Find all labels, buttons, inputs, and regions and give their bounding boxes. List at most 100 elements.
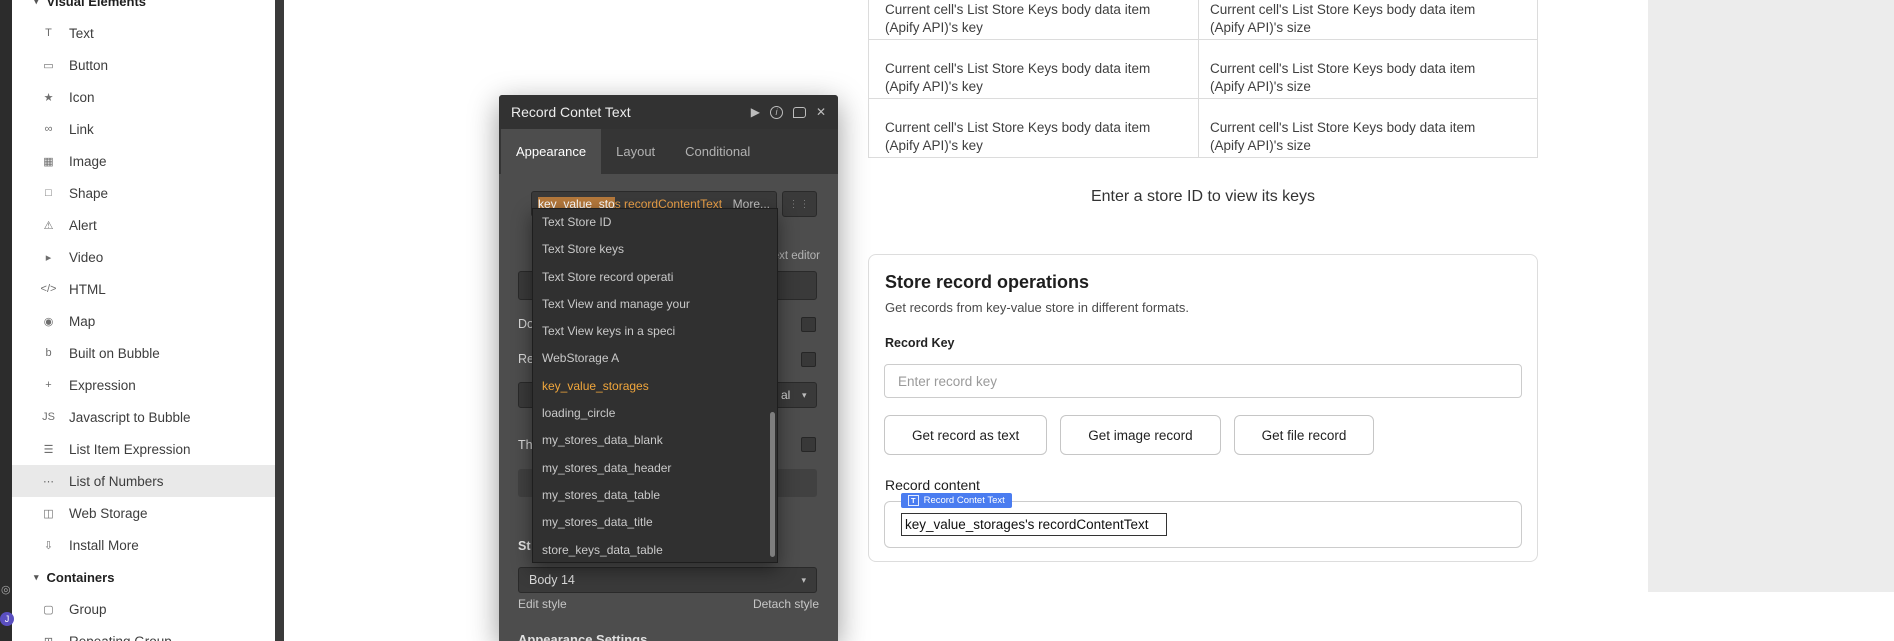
sidebar-item[interactable]: □ Shape — [12, 177, 275, 209]
th-option-checkbox[interactable] — [801, 437, 816, 452]
sidebar-item[interactable]: JS Javascript to Bubble — [12, 401, 275, 433]
section-label: Containers — [47, 570, 115, 585]
sidebar-scrollbar[interactable] — [275, 0, 284, 641]
info-icon[interactable]: i — [770, 106, 783, 119]
sidebar-item[interactable]: ⋯ List of Numbers — [12, 465, 275, 497]
sidebar-item[interactable]: ⚠ Alert — [12, 209, 275, 241]
sidebar-item[interactable]: ∞ Link — [12, 113, 275, 145]
key-cell-line2: (Apify API)'s key — [885, 19, 1198, 37]
edit-style-link[interactable]: Edit style — [518, 597, 567, 611]
chevron-down-icon: ▾ — [34, 572, 39, 583]
autocomplete-item[interactable]: key_value_storages — [533, 373, 777, 400]
canvas-gutter — [1648, 0, 1894, 592]
autocomplete-item[interactable]: Text View keys in a speci — [533, 318, 777, 345]
record-operation-button[interactable]: Get record as text — [884, 415, 1047, 455]
section-containers[interactable]: ▾ Containers — [12, 561, 275, 593]
sidebar-item-label: Text — [69, 26, 94, 41]
left-rail: ◎ J — [0, 0, 12, 641]
sidebar-item-label: List Item Expression — [69, 442, 191, 457]
record-key-input[interactable] — [884, 364, 1522, 398]
autocomplete-items: Text Store ID Text Store keys Text Store… — [533, 209, 777, 563]
key-cell[interactable]: Current cell's List Store Keys body data… — [869, 99, 1199, 157]
table-row[interactable]: Current cell's List Store Keys body data… — [869, 99, 1537, 158]
dropdown-scrollbar[interactable] — [770, 412, 775, 557]
close-icon[interactable]: ✕ — [816, 105, 826, 119]
shape-icon: □ — [40, 187, 57, 199]
repeating-group-table[interactable]: Current cell's List Store Keys body data… — [868, 0, 1538, 158]
size-cell[interactable]: Current cell's List Store Keys body data… — [1199, 0, 1537, 39]
key-cell-line2: (Apify API)'s key — [885, 78, 1198, 96]
autocomplete-item[interactable]: Text Store record operati — [533, 264, 777, 291]
text-icon: T — [40, 27, 57, 39]
sidebar-item[interactable]: ▭ Button — [12, 49, 275, 81]
sidebar-item[interactable]: + Expression — [12, 369, 275, 401]
sidebar-item-label: HTML — [69, 282, 106, 297]
key-cell[interactable]: Current cell's List Store Keys body data… — [869, 0, 1199, 39]
sidebar-item[interactable]: ◉ Map — [12, 305, 275, 337]
elements-list: ▾ Visual Elements T Text ▭ Button ★ Icon — [12, 0, 275, 641]
sidebar-item-label: Video — [69, 250, 103, 265]
store-record-operations-card[interactable]: Store record operations Get records from… — [868, 254, 1538, 562]
size-cell-line1: Current cell's List Store Keys body data… — [1210, 119, 1537, 137]
record-operation-button[interactable]: Get file record — [1234, 415, 1375, 455]
autocomplete-item[interactable]: my_stores_data_header — [533, 455, 777, 482]
autocomplete-item[interactable]: WebStorage A — [533, 345, 777, 372]
autocomplete-item[interactable]: my_stores_data_table — [533, 482, 777, 509]
rich-text-editor-link[interactable]: ext editor — [773, 250, 820, 262]
property-tab[interactable]: Conditional — [670, 129, 765, 174]
sidebar-item[interactable]: ⇩ Install More — [12, 529, 275, 561]
key-cell-line2: (Apify API)'s key — [885, 137, 1198, 155]
sidebar-item[interactable]: ⊞ Repeating Group — [12, 625, 275, 641]
sidebar-item[interactable]: T Text — [12, 17, 275, 49]
recognize-links-checkbox[interactable] — [801, 352, 816, 367]
table-row[interactable]: Current cell's List Store Keys body data… — [869, 0, 1537, 40]
property-editor-header[interactable]: Record Contet Text ▶ i ✕ — [499, 95, 838, 129]
expression-handle[interactable]: ⋮⋮ — [782, 191, 817, 217]
sidebar-item[interactable]: ▢ Group — [12, 593, 275, 625]
help-icon[interactable]: ◎ — [1, 584, 11, 597]
sidebar-item[interactable]: ☰ List Item Expression — [12, 433, 275, 465]
visual-elements-items: T Text ▭ Button ★ Icon ∞ Link — [12, 17, 275, 561]
sidebar-item[interactable]: </> HTML — [12, 273, 275, 305]
sidebar-item[interactable]: ▦ Image — [12, 145, 275, 177]
property-tab[interactable]: Layout — [601, 129, 670, 174]
comment-icon[interactable] — [793, 107, 806, 118]
autocomplete-item[interactable]: Text Store ID — [533, 209, 777, 236]
autocomplete-item[interactable]: Text Store keys — [533, 236, 777, 263]
autocomplete-item[interactable]: my_stores_data_title — [533, 509, 777, 536]
key-cell-line1: Current cell's List Store Keys body data… — [885, 1, 1198, 19]
autocomplete-item[interactable]: Text View and manage your — [533, 291, 777, 318]
button-icon: ▭ — [40, 59, 57, 72]
chevron-down-icon: ▾ — [801, 575, 806, 586]
size-cell[interactable]: Current cell's List Store Keys body data… — [1199, 99, 1537, 157]
autocomplete-item[interactable]: store_keys_data_table — [533, 537, 777, 563]
sidebar-item[interactable]: b Built on Bubble — [12, 337, 275, 369]
sidebar-item-label: Javascript to Bubble — [69, 410, 191, 425]
sidebar-item[interactable]: ▸ Video — [12, 241, 275, 273]
sidebar-item[interactable]: ◫ Web Storage — [12, 497, 275, 529]
style-select[interactable]: Body 14 ▾ — [518, 567, 817, 593]
selected-text-element[interactable]: key_value_storages's recordContentText — [901, 513, 1167, 536]
table-row[interactable]: Current cell's List Store Keys body data… — [869, 40, 1537, 99]
autocomplete-item[interactable]: loading_circle — [533, 400, 777, 427]
record-operation-button[interactable]: Get image record — [1060, 415, 1220, 455]
card-title: Store record operations — [885, 272, 1089, 293]
do-not-apply-checkbox[interactable] — [801, 317, 816, 332]
sidebar-item-label: Install More — [69, 538, 139, 553]
user-avatar-badge[interactable]: J — [0, 612, 14, 626]
alert-icon: ⚠ — [40, 219, 57, 232]
section-visual-elements[interactable]: ▾ Visual Elements — [12, 0, 275, 17]
selected-element-tag[interactable]: T Record Contet Text — [901, 493, 1012, 508]
preview-icon[interactable]: ▶ — [751, 105, 760, 119]
size-cell-line2: (Apify API)'s size — [1210, 137, 1537, 155]
html-option-select-value: al — [781, 388, 790, 402]
chevron-down-icon: ▾ — [802, 390, 807, 401]
detach-style-link[interactable]: Detach style — [753, 597, 819, 611]
sidebar-item[interactable]: ★ Icon — [12, 81, 275, 113]
autocomplete-item[interactable]: my_stores_data_blank — [533, 427, 777, 454]
property-tab[interactable]: Appearance — [501, 129, 601, 174]
size-cell-line2: (Apify API)'s size — [1210, 78, 1537, 96]
size-cell[interactable]: Current cell's List Store Keys body data… — [1199, 40, 1537, 98]
key-cell[interactable]: Current cell's List Store Keys body data… — [869, 40, 1199, 98]
size-cell-line1: Current cell's List Store Keys body data… — [1210, 60, 1537, 78]
